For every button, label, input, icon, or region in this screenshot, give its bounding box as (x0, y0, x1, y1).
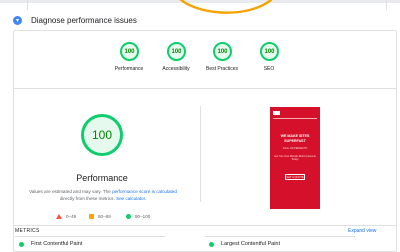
top-tick-left (27, 0, 28, 10)
triangle-icon (56, 213, 62, 219)
square-icon (89, 213, 94, 219)
circle-icon (209, 241, 214, 247)
circle-icon (19, 241, 24, 247)
gauge-score: 100 (260, 42, 279, 61)
gauge-score: 100 (167, 42, 186, 61)
category-label-seo: SEO (263, 66, 275, 72)
metrics-label: METRICS (15, 228, 40, 234)
site-logo (273, 111, 280, 115)
chevron-down-icon: ▾ (13, 15, 22, 25)
gauge-score: 100 (213, 42, 232, 61)
top-tick-right (386, 0, 387, 10)
legend-average: 50–89 (89, 212, 111, 220)
category-gauge-performance[interactable]: 100 (120, 42, 139, 61)
metric-label: Largest Contentful Paint (221, 241, 281, 247)
gauge-score: 100 (120, 42, 139, 61)
orange-annotation-scribble (179, 0, 273, 14)
category-gauge-seo[interactable]: 100 (260, 42, 279, 61)
screenshot-nav-line (273, 118, 317, 119)
performance-gauge-large: 100 (81, 114, 123, 156)
circle-icon (126, 213, 131, 219)
section-divider (13, 88, 397, 89)
metric-lcp: Largest Contentful Paint (209, 240, 280, 248)
legend-fail: 0–49 (56, 212, 76, 220)
diagnose-title: Diagnose performance issues (31, 15, 137, 25)
see-calculator-link[interactable]: See calculator. (116, 196, 146, 201)
metric-fcp: First Contentful Paint (19, 240, 82, 248)
screenshot-subtitle: Score 100 PERFECTO (282, 147, 308, 150)
performance-note: Values are estimated and may vary. The p… (29, 189, 177, 201)
category-gauge-best-practices[interactable]: 100 (213, 42, 232, 61)
metric-label: First Contentful Paint (31, 241, 83, 247)
vertical-divider (200, 106, 201, 202)
diagnose-toggle[interactable]: ▾ Diagnose performance issues (13, 13, 137, 27)
screenshot-cta-button: GET A QUOTE (285, 174, 305, 180)
final-screenshot-thumbnail: WE MAKE SITES SUPERFAST Score 100 PERFEC… (270, 107, 320, 209)
screenshot-body: Get Your Own Website Built by Experts To… (274, 155, 316, 162)
category-gauge-accessibility[interactable]: 100 (167, 42, 186, 61)
performance-title: Performance (76, 173, 128, 183)
legend-pass: 90–100 (126, 212, 150, 220)
expand-view-link[interactable]: Expand view (348, 228, 376, 234)
score-calculated-link[interactable]: performance score is calculated (112, 189, 177, 194)
screenshot-heading: WE MAKE SITES SUPERFAST (280, 134, 310, 143)
